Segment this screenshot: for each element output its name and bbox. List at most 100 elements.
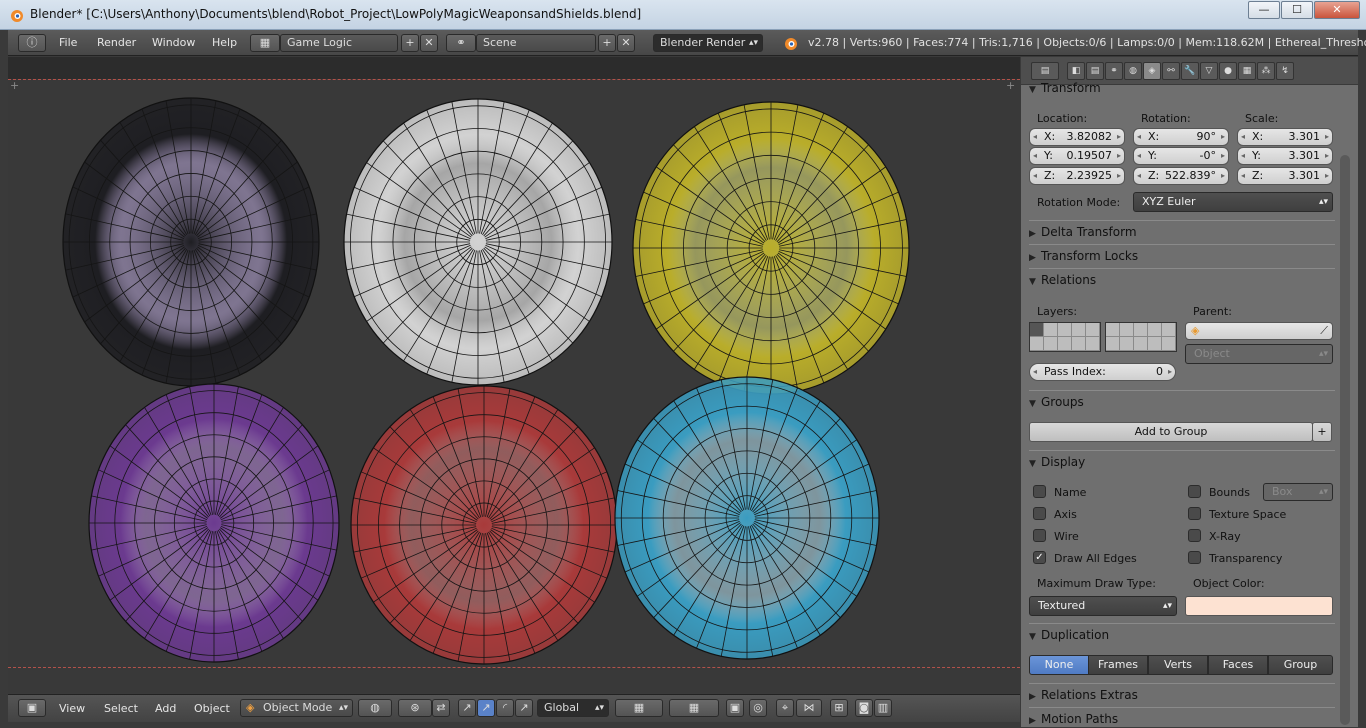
editor-type-3d-icon[interactable]: ▣ [18, 699, 46, 717]
relations-header[interactable]: ▼ Relations [1029, 268, 1335, 290]
eyedropper-icon[interactable]: ⟋ [1320, 323, 1328, 339]
transform-locks-header[interactable]: ▶ Transform Locks [1029, 244, 1335, 266]
menu-select[interactable]: Select [104, 695, 138, 723]
duplication-group[interactable]: Group [1268, 655, 1333, 675]
minimize-button[interactable]: — [1248, 1, 1280, 19]
viewport-shading-icon[interactable]: ◍ [358, 699, 392, 717]
scene-layers-icon[interactable]: ▦ [669, 699, 719, 717]
draw-all-edges-checkbox[interactable]: ✓ [1033, 551, 1046, 564]
scene-field[interactable]: Scene [476, 34, 596, 52]
screen-layout-icon[interactable]: ▦ [250, 34, 280, 52]
maximize-button[interactable]: ☐ [1281, 1, 1313, 19]
parent-type-value: Object [1194, 347, 1230, 360]
snap-toggle-icon[interactable]: ⌖ [776, 699, 794, 717]
properties-editor: ▤ ◧ ▤ ⚭ ◍ ◈ ⚯ 🔧 ▽ ● ▦ ⁂ ↯ ▼ Transform Loc… [1021, 57, 1358, 727]
groups-header[interactable]: ▼ Groups [1029, 390, 1335, 412]
rotate-manipulator-icon[interactable]: ↗ [477, 699, 495, 717]
menu-view[interactable]: View [59, 695, 85, 723]
render-engine-select[interactable]: Blender Render ▴▾ [653, 34, 763, 52]
add-group-plus-icon[interactable]: + [1312, 422, 1332, 442]
close-button[interactable]: ✕ [1314, 1, 1360, 19]
max-draw-type-select[interactable]: Textured ▴▾ [1029, 596, 1177, 616]
shield-starry-black[interactable] [62, 97, 320, 387]
rotation-x-field[interactable]: ◂ X: 90° ▸ [1133, 128, 1229, 146]
xray-checkbox[interactable] [1188, 529, 1201, 542]
pivot-point-icon[interactable]: ⊛ [398, 699, 432, 717]
menu-object[interactable]: Object [194, 695, 230, 723]
transform-orientation-icon[interactable]: ↗ [515, 699, 533, 717]
opengl-animation-icon[interactable]: ▥ [874, 699, 892, 717]
object-layers-grid-1[interactable] [1029, 322, 1101, 352]
bounds-type-select[interactable]: Box ▴▾ [1263, 483, 1333, 501]
snap-element-icon[interactable]: ⋈ [796, 699, 822, 717]
duplication-verts[interactable]: Verts [1148, 655, 1208, 675]
shield-yellow[interactable] [632, 101, 910, 395]
object-layers-grid-2[interactable] [1105, 322, 1177, 352]
proportional-edit-icon[interactable]: ◎ [749, 699, 767, 717]
add-to-group-button[interactable]: Add to Group [1029, 422, 1313, 442]
blender-window: Blender* [C:\Users\Anthony\Documents\ble… [0, 0, 1366, 728]
scale-y-field[interactable]: ◂ Y: 3.301 ▸ [1237, 147, 1333, 165]
menu-file[interactable]: File [59, 30, 77, 56]
bounds-checkbox[interactable] [1188, 485, 1201, 498]
orientation-select[interactable]: Global ▴▾ [537, 699, 609, 717]
transparency-checkbox[interactable] [1188, 551, 1201, 564]
parent-type-select[interactable]: Object ▴▾ [1185, 344, 1333, 364]
axis-checkbox[interactable] [1033, 507, 1046, 520]
rotation-mode-select[interactable]: XYZ Euler ▴▾ [1133, 192, 1333, 212]
relations-extras-header[interactable]: ▶ Relations Extras [1029, 683, 1335, 705]
rotation-z-field[interactable]: ◂ Z: 522.839° ▸ [1133, 167, 1229, 185]
orientation-value: Global [544, 701, 580, 714]
shield-white[interactable] [343, 98, 613, 386]
name-checkbox[interactable] [1033, 485, 1046, 498]
scene-icon[interactable]: ⚭ [446, 34, 476, 52]
lock-camera-icon[interactable]: ▣ [726, 699, 744, 717]
pass-index-field[interactable]: ◂ Pass Index: 0 ▸ [1029, 363, 1176, 381]
panel-title: Relations [1041, 273, 1097, 287]
parent-field[interactable]: ◈ ⟋ [1185, 322, 1333, 340]
rotation-y-field[interactable]: ◂ Y: -0° ▸ [1133, 147, 1229, 165]
menu-help[interactable]: Help [212, 30, 237, 56]
delta-transform-header[interactable]: ▶ Delta Transform [1029, 220, 1335, 242]
add-screen-icon[interactable]: + [401, 34, 419, 52]
mode-select[interactable]: ◈ Object Mode ▴▾ [240, 699, 353, 717]
translate-manipulator-icon[interactable]: ↗ [458, 699, 476, 717]
shield-red[interactable] [350, 385, 618, 665]
duplication-frames[interactable]: Frames [1088, 655, 1148, 675]
shield-cyan[interactable] [614, 376, 880, 660]
duplication-none[interactable]: None [1029, 655, 1089, 675]
screen-layout-field[interactable]: Game Logic [280, 34, 398, 52]
rotation-mode-label: Rotation Mode: [1037, 196, 1121, 209]
delete-screen-icon[interactable]: ✕ [420, 34, 438, 52]
scale-manipulator-icon[interactable]: ◜ [496, 699, 514, 717]
panel-title: Transform [1041, 81, 1101, 95]
display-header[interactable]: ▼ Display [1029, 450, 1335, 472]
add-scene-icon[interactable]: + [598, 34, 616, 52]
menu-window[interactable]: Window [152, 30, 195, 56]
transform-panel-header[interactable]: ▼ Transform [1029, 77, 1335, 99]
motion-paths-header[interactable]: ▶ Motion Paths [1029, 707, 1335, 727]
texture-space-checkbox[interactable] [1188, 507, 1201, 520]
scale-x-field[interactable]: ◂ X: 3.301 ▸ [1237, 128, 1333, 146]
location-y-field[interactable]: ◂ Y: 0.19507 ▸ [1029, 147, 1125, 165]
manipulator-toggle-icon[interactable]: ⇄ [432, 699, 450, 717]
location-x-field[interactable]: ◂ X: 3.82082 ▸ [1029, 128, 1125, 146]
wire-checkbox[interactable] [1033, 529, 1046, 542]
opengl-render-icon[interactable]: ◙ [855, 699, 873, 717]
scale-z-field[interactable]: ◂ Z: 3.301 ▸ [1237, 167, 1333, 185]
3d-viewport[interactable]: + + [8, 57, 1020, 693]
delete-scene-icon[interactable]: ✕ [617, 34, 635, 52]
expand-arrow-icon: ▶ [1029, 229, 1036, 239]
duplication-header[interactable]: ▼ Duplication [1029, 623, 1335, 645]
editor-type-info-icon[interactable]: ⓘ [18, 34, 46, 52]
location-z-field[interactable]: ◂ Z: 2.23925 ▸ [1029, 167, 1125, 185]
shield-purple[interactable] [88, 383, 340, 663]
object-color-swatch[interactable] [1185, 596, 1333, 616]
menu-add[interactable]: Add [155, 695, 176, 723]
scene-layers-icon[interactable]: ▦ [615, 699, 663, 717]
duplication-faces[interactable]: Faces [1208, 655, 1268, 675]
properties-scrollbar[interactable] [1340, 155, 1350, 725]
menu-render[interactable]: Render [97, 30, 136, 56]
expand-arrow-icon: ▶ [1029, 692, 1036, 702]
snap-target-icon[interactable]: ⊞ [830, 699, 848, 717]
